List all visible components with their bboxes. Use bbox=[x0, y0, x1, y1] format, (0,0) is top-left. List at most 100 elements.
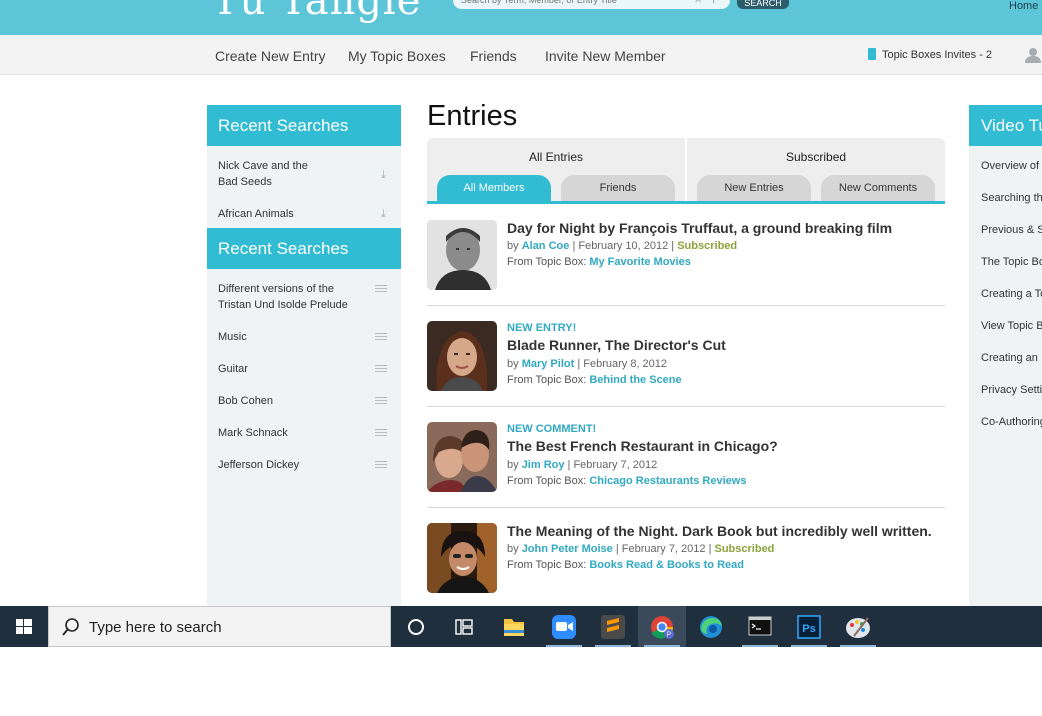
entry-meta: by Jim Roy | February 7, 2012 bbox=[507, 459, 657, 471]
avatar-image bbox=[427, 523, 497, 593]
recent-search-item[interactable]: Guitar bbox=[207, 361, 401, 377]
nav-invite-new-member[interactable]: Invite New Member bbox=[545, 48, 666, 64]
entry-title[interactable]: The Meaning of the Night. Dark Book but … bbox=[507, 523, 932, 539]
topic-box-link[interactable]: Behind the Scene bbox=[589, 374, 681, 386]
sublime-text-icon[interactable] bbox=[589, 606, 637, 647]
tutorial-link[interactable]: Privacy Setti bbox=[981, 384, 1042, 396]
item-line1: Jefferson Dickey bbox=[218, 459, 300, 471]
entry-item[interactable]: NEW COMMENT! The Best French Restaurant … bbox=[427, 422, 945, 502]
subtab-friends[interactable]: Friends bbox=[561, 175, 675, 201]
author-avatar[interactable] bbox=[427, 523, 497, 593]
recent-search-item[interactable]: Jefferson Dickey bbox=[207, 457, 401, 473]
tab-divider bbox=[685, 138, 687, 201]
entry-topic: From Topic Box: Chicago Restaurants Revi… bbox=[507, 475, 746, 487]
tutorial-link[interactable]: The Topic Bo bbox=[981, 256, 1042, 268]
edge-icon[interactable] bbox=[687, 606, 735, 647]
author-avatar[interactable] bbox=[427, 321, 497, 391]
by-label: by bbox=[507, 543, 519, 555]
zoom-icon[interactable] bbox=[540, 606, 588, 647]
entries-tabs: All Entries Subscribed All Members Frien… bbox=[427, 138, 945, 204]
drag-handle-icon[interactable] bbox=[375, 333, 387, 340]
item-line1: Nick Cave and the bbox=[218, 160, 308, 172]
recent-search-item[interactable]: Bob Cohen bbox=[207, 393, 401, 409]
recent-search-item[interactable]: Different versions of the Tristan Und Is… bbox=[207, 281, 401, 313]
invites-label: Topic Boxes Invites - 2 bbox=[882, 49, 993, 61]
edge-logo-icon bbox=[700, 616, 722, 638]
entry-item[interactable]: The Meaning of the Night. Dark Book but … bbox=[427, 523, 945, 603]
drag-handle-icon[interactable] bbox=[375, 397, 387, 404]
tab-subscribed[interactable]: Subscribed bbox=[786, 150, 846, 164]
entry-item[interactable]: NEW ENTRY! Blade Runner, The Director's … bbox=[427, 321, 945, 401]
user-icon[interactable] bbox=[1025, 47, 1041, 63]
item-line2: Tristan Und Isolde Prelude bbox=[218, 299, 348, 311]
entry-date: | February 7, 2012 | bbox=[615, 543, 712, 555]
recent-search-item[interactable]: Nick Cave and the Bad Seeds ⤓ bbox=[207, 158, 401, 190]
clear-icon[interactable]: ✕ bbox=[694, 0, 702, 6]
entry-author[interactable]: Jim Roy bbox=[522, 459, 565, 471]
entry-item[interactable]: Day for Night by François Truffaut, a gr… bbox=[427, 220, 945, 300]
windows-logo-icon bbox=[16, 619, 32, 634]
recent-search-item[interactable]: African Animals ⤓ bbox=[207, 206, 401, 222]
start-button[interactable] bbox=[0, 606, 48, 647]
entry-topic: From Topic Box: Books Read & Books to Re… bbox=[507, 559, 744, 571]
tutorial-link[interactable]: Overview of bbox=[981, 160, 1039, 172]
terminal-icon[interactable] bbox=[736, 606, 784, 647]
photoshop-icon[interactable]: Ps bbox=[785, 606, 833, 647]
nav-my-topic-boxes[interactable]: My Topic Boxes bbox=[348, 48, 446, 64]
download-icon[interactable]: ⤓ bbox=[381, 206, 386, 222]
subtab-new-comments[interactable]: New Comments bbox=[821, 175, 935, 201]
tutorial-link[interactable]: Searching th bbox=[981, 192, 1042, 204]
by-label: by bbox=[507, 459, 519, 471]
drag-handle-icon[interactable] bbox=[375, 285, 387, 292]
task-view-icon[interactable] bbox=[440, 606, 488, 647]
cortana-icon[interactable] bbox=[392, 606, 440, 647]
recent-search-item[interactable]: Music bbox=[207, 329, 401, 345]
subtab-all-members[interactable]: All Members bbox=[437, 175, 551, 201]
recent-search-item[interactable]: Mark Schnack bbox=[207, 425, 401, 441]
topic-box-link[interactable]: Chicago Restaurants Reviews bbox=[589, 475, 746, 487]
entry-title[interactable]: The Best French Restaurant in Chicago? bbox=[507, 438, 778, 454]
entry-title[interactable]: Blade Runner, The Director's Cut bbox=[507, 337, 726, 353]
download-icon[interactable]: ⤓ bbox=[381, 167, 386, 183]
search-icon[interactable]: ⚲ bbox=[710, 0, 717, 5]
author-avatar[interactable] bbox=[427, 422, 497, 492]
paint-icon[interactable] bbox=[834, 606, 882, 647]
entry-divider bbox=[427, 305, 945, 306]
topic-box-invites[interactable]: Topic Boxes Invites - 2 bbox=[868, 48, 992, 61]
chrome-icon[interactable]: P bbox=[638, 606, 686, 647]
taskbar-search[interactable]: Type here to search bbox=[48, 606, 391, 647]
recent-searches-heading: Recent Searches bbox=[207, 105, 401, 146]
video-tutorials-heading: Video Tu bbox=[969, 105, 1042, 146]
zoom-camera-icon bbox=[552, 615, 576, 639]
topic-box-link[interactable]: My Favorite Movies bbox=[589, 256, 690, 268]
topic-box-link[interactable]: Books Read & Books to Read bbox=[589, 559, 744, 571]
subtab-new-entries[interactable]: New Entries bbox=[697, 175, 811, 201]
tutorial-link[interactable]: Co-Authoring bbox=[981, 416, 1042, 428]
search-input[interactable] bbox=[461, 0, 681, 8]
tutorial-link[interactable]: Creating a To bbox=[981, 288, 1042, 300]
nav-friends[interactable]: Friends bbox=[470, 48, 517, 64]
tab-all-entries[interactable]: All Entries bbox=[529, 150, 583, 164]
nav-create-new-entry[interactable]: Create New Entry bbox=[215, 48, 325, 64]
home-link[interactable]: Home bbox=[1009, 0, 1038, 12]
site-logo[interactable]: Tu Tangle bbox=[212, 0, 421, 24]
entry-author[interactable]: Alan Coe bbox=[522, 240, 570, 252]
author-avatar[interactable] bbox=[427, 220, 497, 290]
top-header: Tu Tangle ✕ ⚲ SEARCH Home bbox=[0, 0, 1042, 35]
topic-prefix: From Topic Box: bbox=[507, 559, 587, 571]
drag-handle-icon[interactable] bbox=[375, 365, 387, 372]
entry-author[interactable]: John Peter Moise bbox=[522, 543, 613, 555]
tutorial-link[interactable]: Previous & S bbox=[981, 224, 1042, 236]
drag-handle-icon[interactable] bbox=[375, 461, 387, 468]
drag-handle-icon[interactable] bbox=[375, 429, 387, 436]
main-nav: Create New Entry My Topic Boxes Friends … bbox=[0, 35, 1042, 75]
tutorial-link[interactable]: View Topic B bbox=[981, 320, 1042, 332]
search-icon bbox=[62, 618, 79, 636]
entry-meta: by John Peter Moise | February 7, 2012 |… bbox=[507, 543, 774, 555]
folder-icon bbox=[504, 619, 524, 636]
tutorial-link[interactable]: Creating an bbox=[981, 352, 1038, 364]
entry-author[interactable]: Mary Pilot bbox=[522, 358, 575, 370]
search-button[interactable]: SEARCH bbox=[737, 0, 789, 9]
file-explorer-icon[interactable] bbox=[490, 606, 538, 647]
entry-title[interactable]: Day for Night by François Truffaut, a gr… bbox=[507, 220, 892, 236]
